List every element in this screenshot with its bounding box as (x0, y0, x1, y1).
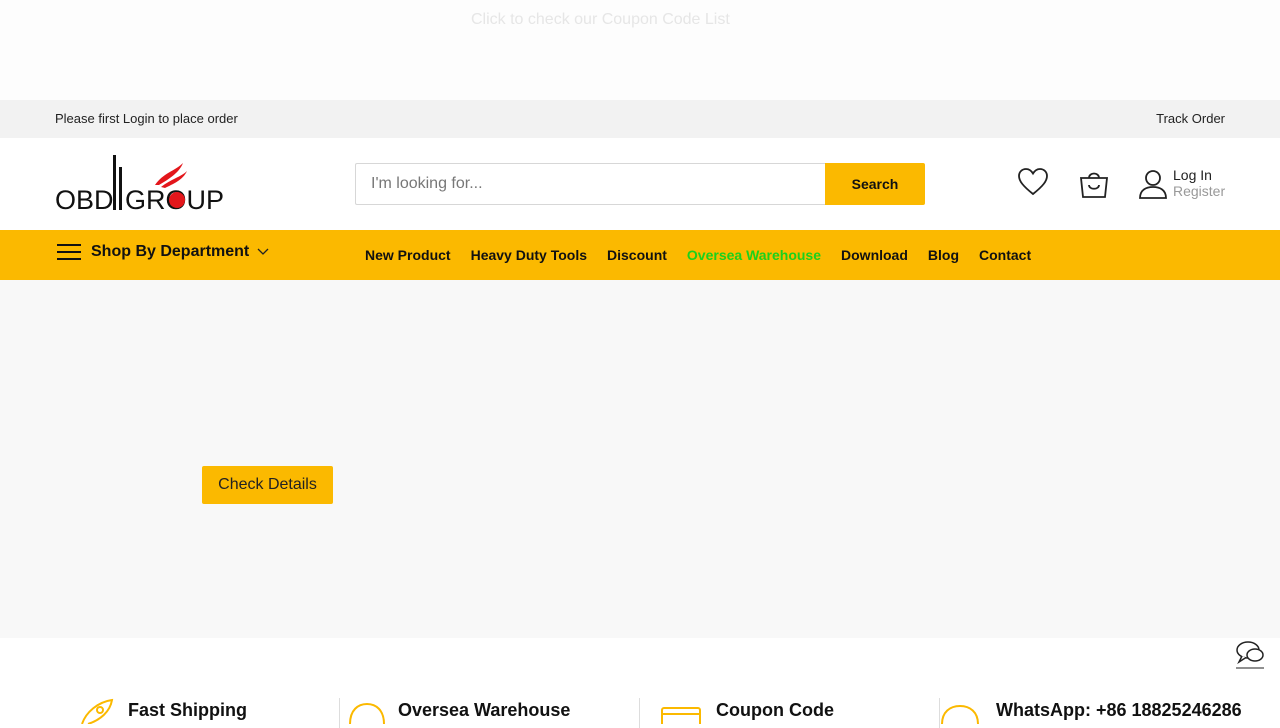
feature-title: Coupon Code (716, 700, 834, 720)
nav-item-discount[interactable]: Discount (607, 247, 667, 263)
shop-by-department-label: Shop By Department (91, 243, 250, 260)
nav-item-oversea-warehouse[interactable]: Oversea Warehouse (687, 247, 821, 263)
feature-oversea-warehouse: Oversea Warehouse (348, 698, 570, 724)
search-input[interactable] (355, 163, 825, 205)
feature-title: WhatsApp: +86 18825246286 (996, 700, 1242, 720)
coupon-code-link[interactable]: Click to check our Coupon Code List (471, 11, 730, 29)
user-icon[interactable] (1138, 168, 1168, 200)
shopping-bag-icon[interactable] (1077, 166, 1111, 200)
shop-by-department-menu[interactable]: Shop By Department (57, 243, 269, 261)
hamburger-icon (57, 244, 81, 260)
nav-item-contact[interactable]: Contact (979, 247, 1031, 263)
feature-divider (339, 698, 340, 728)
card-icon (661, 707, 701, 724)
feature-fast-shipping: Fast Shipping (78, 698, 247, 724)
rocket-icon (81, 698, 114, 724)
site-logo[interactable]: OBD GROUP (55, 153, 227, 213)
main-nav: Shop By Department New Product Heavy Dut… (0, 230, 1280, 280)
warehouse-icon (349, 702, 385, 724)
nav-item-download[interactable]: Download (841, 247, 908, 263)
chat-icon[interactable] (1234, 638, 1266, 670)
hero-banner: Check Details (0, 280, 1280, 638)
whatsapp-icon (941, 704, 979, 724)
feature-divider (639, 698, 640, 728)
nav-menu: New Product Heavy Duty Tools Discount Ov… (365, 247, 1051, 263)
logo-text-left: OBD (55, 185, 114, 213)
features-strip: Fast Shipping Oversea Warehouse Coupon C… (0, 680, 1280, 728)
feature-coupon-code: Coupon Code (660, 698, 834, 724)
nav-item-new-product[interactable]: New Product (365, 247, 451, 263)
track-order-link[interactable]: Track Order (1156, 111, 1225, 126)
nav-item-blog[interactable]: Blog (928, 247, 959, 263)
chevron-down-icon (257, 248, 269, 255)
login-link[interactable]: Log In (1173, 167, 1225, 183)
register-link[interactable]: Register (1173, 183, 1225, 199)
site-header: OBD GROUP Search Log In Register (0, 138, 1280, 230)
feature-whatsapp: WhatsApp: +86 18825246286 (940, 698, 1242, 724)
nav-item-heavy-duty-tools[interactable]: Heavy Duty Tools (471, 247, 587, 263)
top-strip: Please first Login to place order Track … (0, 100, 1280, 138)
search-button[interactable]: Search (825, 163, 925, 205)
login-notice: Please first Login to place order (55, 111, 238, 126)
search-bar: Search (355, 163, 925, 205)
account-links: Log In Register (1173, 167, 1225, 199)
check-details-button[interactable]: Check Details (202, 466, 333, 504)
feature-title: Oversea Warehouse (398, 700, 571, 720)
heart-icon[interactable] (1017, 166, 1049, 198)
coupon-bar: Click to check our Coupon Code List (0, 0, 1280, 100)
feature-title: Fast Shipping (128, 700, 247, 720)
